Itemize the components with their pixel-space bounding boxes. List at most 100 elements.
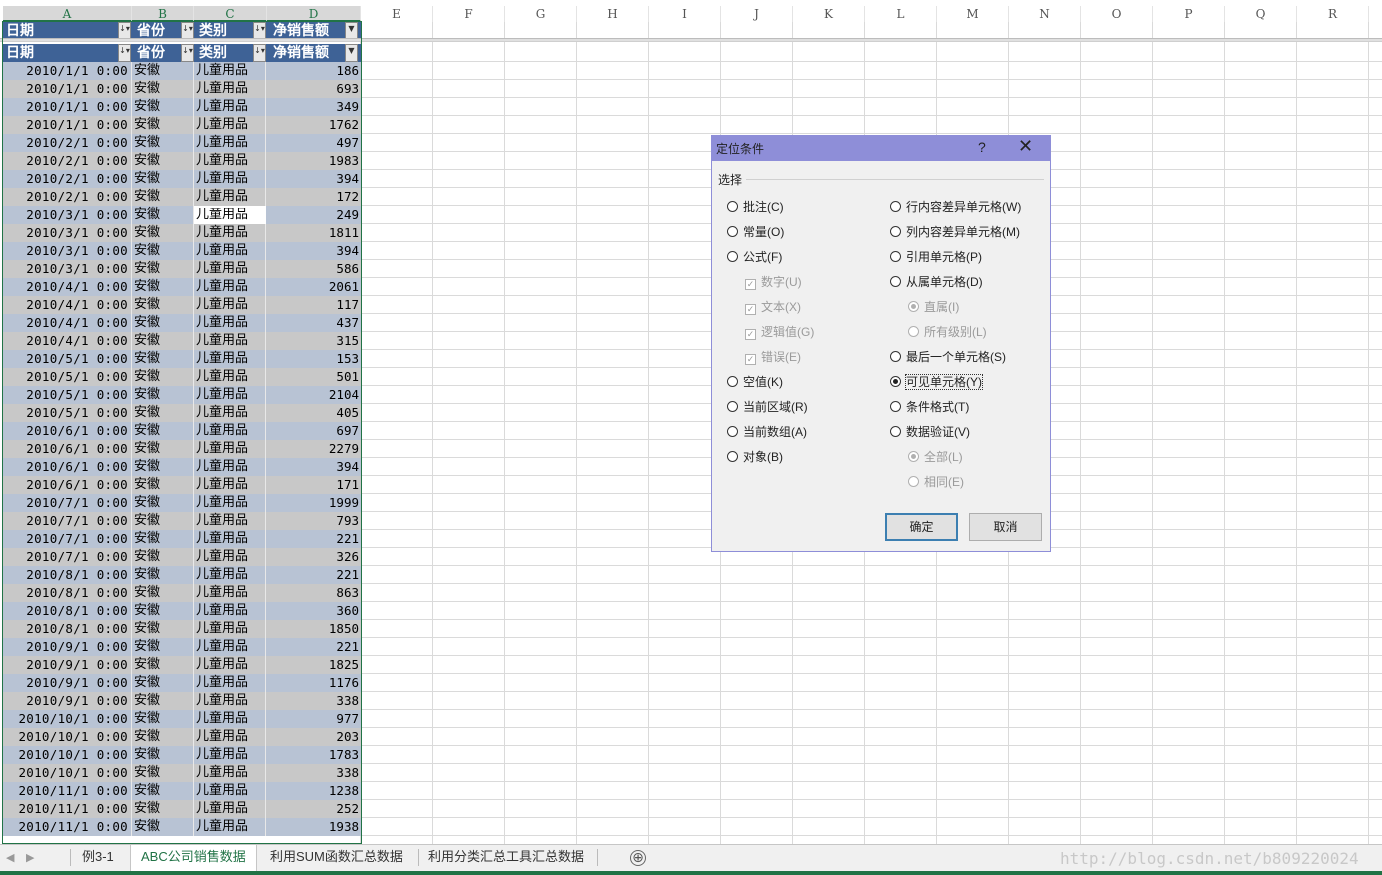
sales-cell[interactable]: 1762 [266,116,361,134]
category-cell[interactable]: 儿童用品 [194,602,266,620]
province-cell[interactable]: 安徽 [132,638,194,656]
table-row[interactable]: 2010/5/1 0:00 安徽 儿童用品 153 [3,350,361,368]
date-cell[interactable]: 2010/7/1 0:00 [3,512,132,530]
category-cell[interactable]: 儿童用品 [194,152,266,170]
table-row[interactable]: 2010/3/1 0:00 安徽 儿童用品 394 [3,242,361,260]
table-row[interactable]: 2010/9/1 0:00 安徽 儿童用品 1176 [3,674,361,692]
option-对象b[interactable]: 对象(B) [727,449,783,465]
date-cell[interactable]: 2010/8/1 0:00 [3,584,132,602]
date-cell[interactable]: 2010/5/1 0:00 [3,350,132,368]
column-header-e[interactable]: E [361,6,433,22]
category-cell[interactable]: 儿童用品 [194,188,266,206]
sales-cell[interactable]: 315 [266,332,361,350]
category-cell[interactable]: 儿童用品 [194,548,266,566]
province-cell[interactable]: 安徽 [132,170,194,188]
province-cell[interactable]: 安徽 [132,62,194,80]
column-header-i[interactable]: I [649,6,721,22]
table-row[interactable]: 2010/5/1 0:00 安徽 儿童用品 405 [3,404,361,422]
column-header-h[interactable]: H [577,6,649,22]
filter-dropdown-icon[interactable]: ↓▾ [181,44,194,62]
date-cell[interactable]: 2010/9/1 0:00 [3,674,132,692]
sales-cell[interactable]: 1825 [266,656,361,674]
date-cell[interactable]: 2010/9/1 0:00 [3,656,132,674]
province-cell[interactable]: 安徽 [132,422,194,440]
option-列内容差异单元格m[interactable]: 列内容差异单元格(M) [890,224,1020,240]
table-row[interactable]: 2010/11/1 0:00 安徽 儿童用品 1938 [3,818,361,836]
date-cell[interactable]: 2010/5/1 0:00 [3,368,132,386]
table-row[interactable]: 2010/10/1 0:00 安徽 儿童用品 203 [3,728,361,746]
category-cell[interactable]: 儿童用品 [194,728,266,746]
province-cell[interactable]: 安徽 [132,620,194,638]
option-空值k[interactable]: 空值(K) [727,374,783,390]
sheet-tab[interactable]: 利用SUM函数汇总数据 [260,845,413,871]
province-cell[interactable]: 安徽 [132,512,194,530]
column-header-q[interactable]: Q [1225,6,1297,22]
sales-cell[interactable]: 1999 [266,494,361,512]
table-row[interactable]: 2010/10/1 0:00 安徽 儿童用品 977 [3,710,361,728]
date-cell[interactable]: 2010/6/1 0:00 [3,440,132,458]
option-当前数组a[interactable]: 当前数组(A) [727,424,807,440]
column-header-a[interactable]: A [3,6,132,22]
option-批注c[interactable]: 批注(C) [727,199,784,215]
table-row[interactable]: 2010/7/1 0:00 安徽 儿童用品 221 [3,530,361,548]
date-cell[interactable]: 2010/4/1 0:00 [3,314,132,332]
sales-cell[interactable]: 2104 [266,386,361,404]
table-row[interactable]: 2010/4/1 0:00 安徽 儿童用品 117 [3,296,361,314]
date-cell[interactable]: 2010/1/1 0:00 [3,62,132,80]
option-从属单元格d[interactable]: 从属单元格(D) [890,274,983,290]
date-cell[interactable]: 2010/2/1 0:00 [3,134,132,152]
date-cell[interactable]: 2010/1/1 0:00 [3,80,132,98]
province-cell[interactable]: 安徽 [132,584,194,602]
sheet-tab[interactable]: ABC公司销售数据 [130,845,257,874]
sales-cell[interactable]: 2061 [266,278,361,296]
category-cell[interactable]: 儿童用品 [194,530,266,548]
date-cell[interactable]: 2010/4/1 0:00 [3,296,132,314]
province-cell[interactable]: 安徽 [132,152,194,170]
category-cell[interactable]: 儿童用品 [194,458,266,476]
category-cell[interactable]: 儿童用品 [194,764,266,782]
date-cell[interactable]: 2010/3/1 0:00 [3,260,132,278]
sales-cell[interactable]: 1850 [266,620,361,638]
category-cell[interactable]: 儿童用品 [194,476,266,494]
category-cell[interactable]: 儿童用品 [194,278,266,296]
date-cell[interactable]: 2010/10/1 0:00 [3,746,132,764]
date-cell[interactable]: 2010/11/1 0:00 [3,782,132,800]
option-可见单元格y[interactable]: 可见单元格(Y) [890,374,983,390]
province-cell[interactable]: 安徽 [132,566,194,584]
date-cell[interactable]: 2010/10/1 0:00 [3,710,132,728]
cancel-button[interactable]: 取消 [969,513,1042,541]
province-cell[interactable]: 安徽 [132,728,194,746]
date-cell[interactable]: 2010/4/1 0:00 [3,278,132,296]
table-row[interactable]: 2010/1/1 0:00 安徽 儿童用品 693 [3,80,361,98]
table-row[interactable]: 2010/2/1 0:00 安徽 儿童用品 1983 [3,152,361,170]
category-cell[interactable]: 儿童用品 [194,80,266,98]
category-cell[interactable]: 儿童用品 [194,710,266,728]
sales-cell[interactable]: 172 [266,188,361,206]
category-cell[interactable]: 儿童用品 [194,350,266,368]
province-cell[interactable]: 安徽 [132,98,194,116]
table-row[interactable]: 2010/8/1 0:00 安徽 儿童用品 360 [3,602,361,620]
category-cell[interactable]: 儿童用品 [194,746,266,764]
table-row[interactable]: 2010/5/1 0:00 安徽 儿童用品 2104 [3,386,361,404]
province-cell[interactable]: 安徽 [132,476,194,494]
table-row[interactable]: 2010/4/1 0:00 安徽 儿童用品 315 [3,332,361,350]
option-数据验证v[interactable]: 数据验证(V) [890,424,970,440]
table-row[interactable]: 2010/3/1 0:00 安徽 儿童用品 586 [3,260,361,278]
table-row[interactable]: 2010/11/1 0:00 安徽 儿童用品 252 [3,800,361,818]
sales-cell[interactable]: 1783 [266,746,361,764]
province-cell[interactable]: 安徽 [132,224,194,242]
category-cell[interactable]: 儿童用品 [194,404,266,422]
option-引用单元格p[interactable]: 引用单元格(P) [890,249,982,265]
category-cell[interactable]: 儿童用品 [194,782,266,800]
sales-cell[interactable]: 977 [266,710,361,728]
sales-cell[interactable]: 1983 [266,152,361,170]
province-cell[interactable]: 安徽 [132,440,194,458]
table-row[interactable]: 2010/6/1 0:00 安徽 儿童用品 697 [3,422,361,440]
province-cell[interactable]: 安徽 [132,782,194,800]
province-cell[interactable]: 安徽 [132,674,194,692]
filter-dropdown-icon[interactable]: ↓▾ [253,44,266,62]
date-cell[interactable]: 2010/3/1 0:00 [3,242,132,260]
filter-dropdown-icon[interactable]: ↓▾ [118,44,131,62]
option-当前区域r[interactable]: 当前区域(R) [727,399,808,415]
date-cell[interactable]: 2010/1/1 0:00 [3,116,132,134]
